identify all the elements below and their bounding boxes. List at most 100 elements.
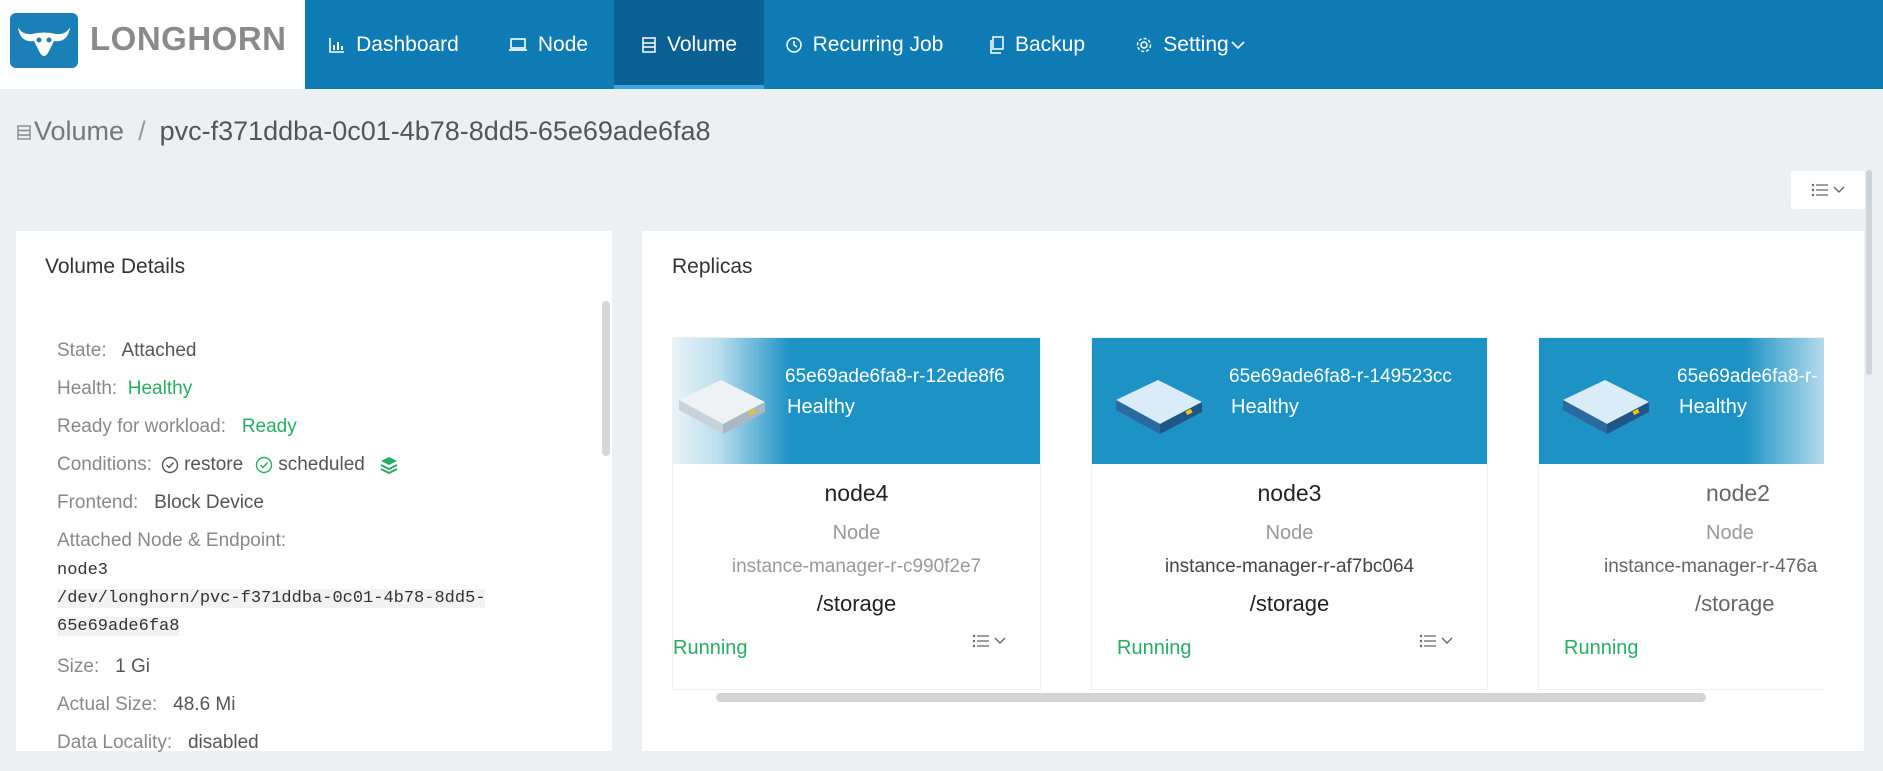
list-icon	[972, 634, 990, 648]
hard-drive-icon	[677, 376, 767, 439]
list-icon	[1419, 634, 1437, 648]
nav-backup-label: Backup	[1014, 32, 1086, 56]
bar-chart-icon	[328, 36, 346, 54]
layers-icon[interactable]	[379, 455, 399, 475]
detail-state: State: Attached	[57, 340, 196, 362]
replica-path: /storage	[816, 591, 897, 616]
replica-health: Healthy	[1231, 396, 1299, 418]
replica-name[interactable]: 65e69ade6fa8-r-149523cc	[1229, 366, 1452, 388]
ready-value: Ready	[241, 416, 297, 437]
longhorn-logo-icon	[10, 13, 78, 68]
brand-logo[interactable]: LONGHORN	[0, 0, 305, 89]
check-circle-icon	[255, 456, 273, 474]
replica-card-header: 65e69ade6fa8-r- Healthy	[1539, 338, 1824, 464]
database-icon	[641, 36, 657, 54]
replica-actions-menu-button[interactable]	[972, 634, 1006, 648]
history-icon	[785, 36, 803, 54]
replicas-scroll-area: 65e69ade6fa8-r-12ede8f6 Healthy node4 No…	[642, 231, 1824, 751]
replica-actions-menu-button[interactable]	[1419, 634, 1453, 648]
replica-health: Healthy	[787, 396, 855, 418]
size-label: Size:	[57, 656, 100, 677]
breadcrumb: Volume / pvc-f371ddba-0c01-4b78-8dd5-65e…	[16, 116, 711, 147]
detail-conditions: Conditions: restore scheduled	[57, 454, 399, 476]
hard-drive-icon	[1114, 376, 1204, 439]
replica-card: 65e69ade6fa8-r-12ede8f6 Healthy node4 No…	[672, 337, 1041, 690]
replicas-horizontal-scrollbar[interactable]	[716, 693, 1706, 702]
replica-node: node4	[824, 480, 889, 506]
state-value: Attached	[121, 340, 197, 361]
detail-actual-size: Actual Size: 48.6 Mi	[57, 694, 235, 716]
replica-name[interactable]: 65e69ade6fa8-r-	[1677, 366, 1818, 388]
chevron-down-icon	[994, 637, 1006, 645]
size-value: 1 Gi	[115, 656, 150, 677]
top-navbar: LONGHORN Dashboard Node Volume Recurring…	[0, 0, 1883, 89]
nav-dashboard[interactable]: Dashboard	[305, 0, 482, 89]
detail-size: Size: 1 Gi	[57, 656, 150, 678]
replica-node: node2	[1706, 480, 1770, 506]
actual-size-label: Actual Size:	[57, 694, 158, 715]
list-icon	[1811, 183, 1829, 197]
nav-setting[interactable]: Setting	[1110, 0, 1270, 89]
replica-path: /storage	[1695, 591, 1775, 616]
nav-dashboard-label: Dashboard	[356, 32, 459, 56]
detail-frontend: Frontend: Block Device	[57, 492, 264, 514]
condition-scheduled: scheduled	[278, 454, 365, 475]
nav-node[interactable]: Node	[482, 0, 614, 89]
hard-drive-icon	[1561, 376, 1651, 439]
health-value: Healthy	[127, 378, 193, 399]
chevron-down-icon	[1231, 40, 1245, 50]
detail-ready: Ready for workload: Ready	[57, 416, 297, 438]
endpoint-path-line2: 65e69ade6fa8	[57, 617, 180, 636]
detail-health: Health: Healthy	[57, 378, 192, 400]
nav-recurring-job-label: Recurring Job	[812, 32, 944, 56]
replica-instance-manager: instance-manager-r-476a	[1604, 556, 1818, 577]
replica-node: node3	[1257, 480, 1322, 506]
volume-list-icon	[16, 123, 32, 141]
nav-backup[interactable]: Backup	[964, 0, 1110, 89]
frontend-value: Block Device	[154, 492, 264, 513]
replica-path: /storage	[1249, 591, 1330, 616]
detail-attached-label: Attached Node & Endpoint:	[57, 530, 287, 551]
replica-card-header: 65e69ade6fa8-r-149523cc Healthy	[1092, 338, 1487, 464]
volume-details-panel: Volume Details State: Attached Health: H…	[16, 231, 612, 754]
nav-volume-label: Volume	[666, 32, 738, 56]
laptop-icon	[508, 37, 528, 53]
data-locality-value: disabled	[187, 732, 259, 753]
attached-node: node3	[57, 561, 109, 580]
details-scrollbar[interactable]	[602, 301, 610, 456]
nav-volume[interactable]: Volume	[614, 0, 764, 89]
check-circle-icon	[161, 456, 179, 474]
data-locality-label: Data Locality:	[57, 732, 173, 753]
replica-card-header: 65e69ade6fa8-r-12ede8f6 Healthy	[673, 338, 1040, 464]
breadcrumb-separator: /	[138, 116, 146, 146]
volume-details-title: Volume Details	[45, 255, 186, 278]
actual-size-value: 48.6 Mi	[173, 694, 236, 715]
frontend-label: Frontend:	[57, 492, 139, 513]
replica-node-label: Node	[832, 522, 881, 544]
condition-restore: restore	[184, 454, 244, 475]
volume-actions-menu-button[interactable]	[1791, 171, 1865, 209]
health-label: Health:	[57, 378, 118, 399]
conditions-label: Conditions:	[57, 454, 153, 475]
state-label: State:	[57, 340, 107, 361]
replica-status: Running	[1564, 637, 1639, 659]
replica-node-label: Node	[1265, 522, 1314, 544]
replica-name[interactable]: 65e69ade6fa8-r-12ede8f6	[785, 366, 1005, 388]
nav-recurring-job[interactable]: Recurring Job	[764, 0, 964, 89]
gear-icon	[1135, 36, 1153, 54]
replicas-panel: Replicas 65e69ade6fa8-r-12ede8f6 Healthy…	[642, 231, 1864, 751]
chevron-down-icon	[1833, 186, 1845, 194]
breadcrumb-current: pvc-f371ddba-0c01-4b78-8dd5-65e69ade6fa8	[159, 116, 711, 146]
brand-name: LONGHORN	[90, 20, 287, 57]
breadcrumb-volume-link[interactable]: Volume	[34, 116, 124, 147]
replica-card: 65e69ade6fa8-r-149523cc Healthy node3 No…	[1091, 337, 1488, 690]
chevron-down-icon	[1441, 637, 1453, 645]
detail-data-locality: Data Locality: disabled	[57, 732, 259, 754]
replica-instance-manager: instance-manager-r-c990f2e7	[731, 556, 982, 577]
replica-instance-manager: instance-manager-r-af7bc064	[1164, 556, 1415, 577]
replica-status: Running	[1117, 637, 1192, 659]
page-scrollbar[interactable]	[1866, 170, 1872, 375]
ready-label: Ready for workload:	[57, 416, 226, 437]
copy-icon	[989, 35, 1005, 54]
nav-setting-label: Setting	[1163, 32, 1229, 56]
